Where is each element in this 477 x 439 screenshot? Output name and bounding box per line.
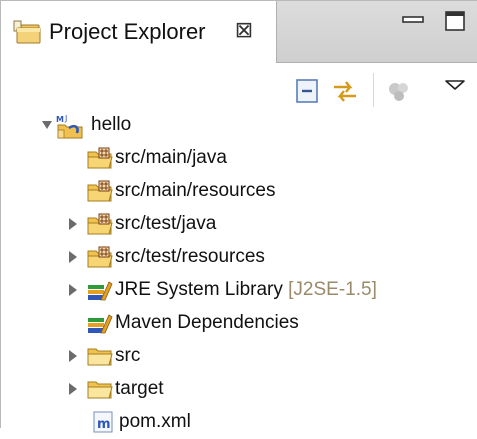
svg-text:J: J	[64, 114, 67, 123]
close-tab-icon[interactable]: ⊠	[229, 15, 259, 45]
source-folder-icon	[87, 245, 113, 269]
execution-environment-decoration: [J2SE-1.5]	[288, 279, 377, 300]
tree-item-label: hello	[91, 114, 132, 135]
collapsed-triangle-icon[interactable]	[67, 217, 79, 231]
library-icon	[87, 278, 113, 302]
tree-item-label: Maven Dependencies	[115, 312, 299, 333]
tree-item-label: src/main/resources	[115, 180, 276, 201]
tree-item-label: src/test/resources	[115, 246, 265, 267]
expand-triangle-icon[interactable]	[41, 118, 53, 132]
project-explorer-view: Project Explorer ⊠ M J hello src/main/ja…	[0, 0, 477, 433]
source-folder-icon	[87, 179, 113, 203]
view-toolbar	[1, 63, 477, 111]
tree-item-hello[interactable]: M J hello	[1, 109, 477, 142]
tree-item-label: JRE System Library [J2SE-1.5]	[115, 276, 377, 304]
tab-title: Project Explorer	[49, 19, 206, 44]
library-name: JRE System Library	[115, 279, 283, 300]
folder-icon	[87, 344, 113, 368]
svg-text:m: m	[97, 417, 111, 432]
view-tab-bar: Project Explorer ⊠	[1, 1, 477, 63]
tree-item-src[interactable]: src	[1, 340, 477, 373]
toolbar-separator	[373, 73, 374, 107]
project-explorer-icon	[13, 19, 41, 45]
view-menu-icon[interactable]	[441, 73, 469, 101]
tree-item-label: src	[115, 345, 141, 366]
tree-item-label: pom.xml	[119, 411, 191, 432]
tree-item-label: target	[115, 378, 164, 399]
maximize-icon[interactable]	[441, 7, 469, 35]
link-with-editor-icon[interactable]	[331, 77, 359, 105]
tree-item-maven-dependencies[interactable]: Maven Dependencies	[1, 307, 477, 340]
folder-icon	[87, 377, 113, 401]
maven-pom-icon: m	[91, 410, 117, 434]
tree-item-src-main-resources[interactable]: src/main/resources	[1, 175, 477, 208]
collapsed-triangle-icon[interactable]	[67, 382, 79, 396]
minimize-icon[interactable]	[399, 7, 427, 35]
source-folder-icon	[87, 146, 113, 170]
tree-item-pom-xml[interactable]: m pom.xml	[1, 406, 477, 439]
project-tree: M J hello src/main/java src/main/resourc…	[1, 109, 477, 439]
collapsed-triangle-icon[interactable]	[67, 349, 79, 363]
tree-item-src-main-java[interactable]: src/main/java	[1, 142, 477, 175]
tab-project-explorer[interactable]: Project Explorer ⊠	[1, 1, 277, 63]
focus-on-active-task-icon[interactable]	[385, 77, 413, 105]
collapsed-triangle-icon[interactable]	[67, 250, 79, 264]
tree-item-jre-system-library[interactable]: JRE System Library [J2SE-1.5]	[1, 274, 477, 307]
svg-text:M: M	[56, 115, 64, 124]
collapse-all-icon[interactable]	[293, 77, 321, 105]
library-icon	[87, 311, 113, 335]
maven-project-icon: M J	[55, 113, 83, 139]
collapsed-triangle-icon[interactable]	[67, 283, 79, 297]
tree-item-src-test-resources[interactable]: src/test/resources	[1, 241, 477, 274]
tree-item-label: src/main/java	[115, 147, 227, 168]
tree-item-label: src/test/java	[115, 213, 217, 234]
tree-item-src-test-java[interactable]: src/test/java	[1, 208, 477, 241]
tree-item-target[interactable]: target	[1, 373, 477, 406]
source-folder-icon	[87, 212, 113, 236]
